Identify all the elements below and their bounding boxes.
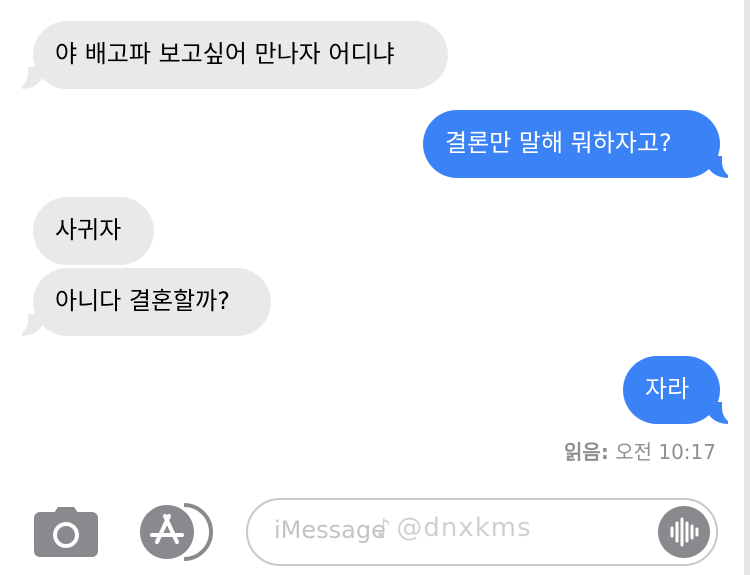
waveform-icon <box>670 517 699 547</box>
outgoing-message-bubble[interactable]: 결론만 말해 뭐하자고? <box>423 110 720 178</box>
incoming-message-bubble[interactable]: 아니다 결혼할까? <box>33 268 271 336</box>
message-text: 사귀자 <box>55 216 122 244</box>
incoming-message-bubble[interactable]: 사귀자 <box>33 197 154 265</box>
outgoing-message-bubble[interactable]: 자라 <box>623 356 720 424</box>
read-receipt: 읽음: 오전 10:17 <box>564 436 716 465</box>
camera-icon[interactable] <box>34 507 98 557</box>
message-text: 아니다 결혼할까? <box>55 287 230 315</box>
message-text: 자라 <box>645 375 690 403</box>
message-text: 야 배고파 보고싶어 만나자 어디냐 <box>55 40 395 68</box>
app-store-icon[interactable] <box>138 503 214 561</box>
watermark-text: @dnxkms <box>396 513 532 543</box>
input-placeholder: iMessage <box>274 516 386 544</box>
voice-message-button[interactable] <box>658 506 710 558</box>
messages-screen: 야 배고파 보고싶어 만나자 어디냐 결론만 말해 뭐하자고? 사귀자 아니다 … <box>0 0 750 575</box>
message-input[interactable]: iMessage ♪ @dnxkms <box>246 498 718 566</box>
read-receipt-label: 읽음: <box>564 440 609 464</box>
read-receipt-time: 오전 10:17 <box>615 440 716 464</box>
incoming-message-bubble[interactable]: 야 배고파 보고싶어 만나자 어디냐 <box>33 21 448 89</box>
tiktok-logo-icon: ♪ <box>376 514 393 542</box>
watermark: ♪ @dnxkms <box>376 513 532 543</box>
scroll-edge <box>744 0 750 575</box>
message-text: 결론만 말해 뭐하자고? <box>445 129 672 157</box>
